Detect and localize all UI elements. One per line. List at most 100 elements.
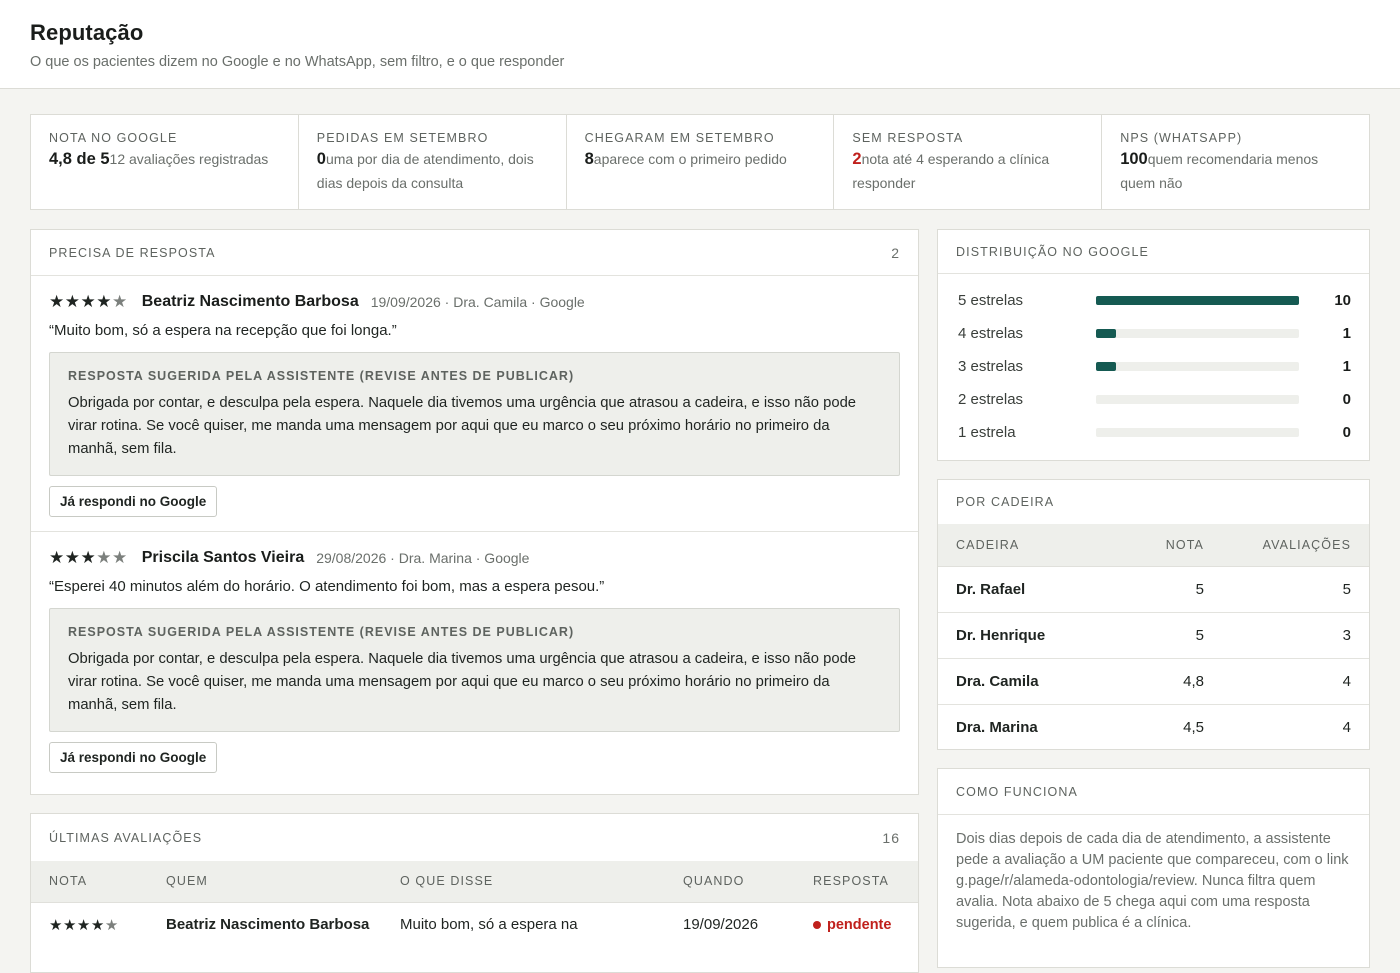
kpi-value: 4,8 de 5 [49, 150, 110, 168]
review-snippet: Muito bom, só a espera na [400, 915, 578, 933]
col-header[interactable]: RESPOSTA [813, 861, 918, 903]
review-quote: “Esperei 40 minutos além do horário. O a… [49, 578, 605, 595]
distribution-bar [1096, 395, 1299, 404]
table-row: Dra. Camila 4,8 4 [938, 658, 1369, 705]
latest-reviews-table: NOTA QUEM O QUE DISSE QUANDO RESPOSTA ★★… [31, 861, 918, 934]
table-header-row: CADEIRA NOTA AVALIAÇÕES [938, 524, 1369, 567]
kpi-label: SEM RESPOSTA [852, 131, 964, 145]
star-level-label: 1 estrela [958, 424, 1016, 441]
star-level-label: 5 estrelas [958, 292, 1024, 309]
review-meta: 29/08/2026 · Dra. Marina · Google [316, 550, 530, 566]
star-filled-icon: ★ [64, 548, 81, 567]
how-it-works-panel: COMO FUNCIONA Dois dias depois de cada d… [937, 768, 1370, 968]
distribution-bar [1096, 362, 1299, 371]
already-replied-button[interactable]: Já respondi no Google [49, 742, 218, 773]
chair-review-count: 5 [1204, 566, 1369, 613]
already-replied-button[interactable]: Já respondi no Google [49, 486, 218, 517]
star-level-label: 4 estrelas [958, 325, 1024, 342]
star-filled-icon: ★ [62, 916, 77, 934]
star-level-label: 2 estrelas [958, 391, 1024, 408]
kpi-label: NOTA NO GOOGLE [49, 131, 178, 145]
star-empty-icon: ★ [112, 548, 128, 567]
suggested-reply: RESPOSTA SUGERIDA PELA ASSISTENTE (REVIS… [49, 352, 900, 476]
distribution-list: 5 estrelas 10 4 estrelas 1 3 estrelas 1 … [938, 274, 1369, 449]
star-filled-icon: ★ [76, 916, 91, 934]
distribution-bar [1096, 329, 1299, 338]
kpi-value: 100 [1120, 150, 1148, 168]
chair-review-count: 4 [1342, 718, 1351, 736]
suggested-reply-label: RESPOSTA SUGERIDA PELA ASSISTENTE (REVIS… [68, 369, 575, 383]
star-level-count: 0 [1342, 391, 1351, 408]
rating-stars: ★★★★★ [49, 548, 128, 568]
star-empty-icon: ★ [112, 292, 128, 311]
col-header[interactable]: CADEIRA [938, 524, 1094, 567]
review-card: ★★★★★ Priscila Santos Vieira 29/08/2026 … [31, 532, 918, 787]
needs-response-panel: PRECISA DE RESPOSTA 2 ★★★★★ Beatriz Nasc… [30, 229, 919, 795]
star-filled-icon: ★ [80, 292, 97, 311]
table-header-row: NOTA QUEM O QUE DISSE QUANDO RESPOSTA [31, 861, 918, 903]
kpi-text: aparece com o primeiro pedido [593, 151, 787, 167]
distribution-bar [1096, 428, 1299, 437]
star-filled-icon: ★ [49, 916, 63, 934]
col-header[interactable]: O QUE DISSE [400, 861, 683, 903]
chair-rating: 4,8 [1094, 658, 1204, 705]
kpi-strip: NOTA NO GOOGLE 4,8 de 512 avaliações reg… [30, 114, 1370, 210]
table-row: Dr. Henrique 5 3 [938, 612, 1369, 659]
reviewer-name: Beatriz Nascimento Barbosa [141, 293, 359, 310]
distribution-bar [1096, 296, 1299, 305]
reviewer-name: Priscila Santos Vieira [141, 549, 305, 566]
distribution-bar-fill [1096, 362, 1117, 371]
star-empty-icon: ★ [104, 916, 119, 934]
star-filled-icon: ★ [96, 292, 112, 311]
col-header[interactable]: NOTA [1094, 524, 1204, 567]
kpi-unanswered: SEM RESPOSTA 2nota até 4 esperando a clí… [834, 115, 1103, 209]
col-header[interactable]: QUEM [166, 861, 400, 903]
by-chair-panel: POR CADEIRA CADEIRA NOTA AVALIAÇÕES Dr. … [937, 479, 1370, 750]
kpi-value: 0 [316, 150, 326, 168]
chair-name: Dr. Rafael [938, 566, 1094, 613]
panel-title: DISTRIBUIÇÃO NO GOOGLE [956, 244, 1149, 259]
chair-name: Dr. Henrique [938, 612, 1094, 659]
distribution-panel: DISTRIBUIÇÃO NO GOOGLE 5 estrelas 10 4 e… [937, 229, 1370, 461]
distribution-row: 1 estrela 0 [938, 416, 1369, 449]
suggested-reply-text[interactable]: Obrigada por contar, e desculpa pela esp… [68, 648, 881, 717]
suggested-reply: RESPOSTA SUGERIDA PELA ASSISTENTE (REVIS… [49, 608, 900, 732]
star-empty-icon: ★ [96, 548, 112, 567]
star-level-count: 0 [1342, 424, 1351, 441]
col-header[interactable]: QUANDO [683, 861, 813, 903]
panel-title: PRECISA DE RESPOSTA [49, 245, 216, 260]
kpi-text: 12 avaliações registradas [109, 151, 269, 167]
kpi-text: uma por dia de atendimento, dois dias de… [316, 151, 534, 191]
review-card: ★★★★★ Beatriz Nascimento Barbosa 19/09/2… [31, 276, 918, 532]
chair-review-count: 4 [1204, 658, 1369, 705]
kpi-google-rating: NOTA NO GOOGLE 4,8 de 512 avaliações reg… [31, 115, 299, 209]
table-row: Dra. Marina 4,5 4 [938, 704, 1369, 750]
kpi-nps-whatsapp: NPS (WHATSAPP) 100quem recomendaria meno… [1102, 115, 1369, 209]
rating-stars: ★★★★★ [49, 292, 128, 312]
page-header: Reputação O que os pacientes dizem no Go… [0, 0, 1400, 89]
table-row[interactable]: ★★★★★ Beatriz Nascimento Barbosa Muito b… [31, 902, 918, 934]
star-filled-icon: ★ [80, 548, 97, 567]
star-filled-icon: ★ [64, 292, 81, 311]
distribution-row: 2 estrelas 0 [938, 383, 1369, 416]
rating-stars: ★★★★★ [49, 917, 119, 934]
chair-rating: 5 [1094, 612, 1204, 659]
how-it-works-text: Dois dias depois de cada dia de atendime… [956, 831, 1349, 931]
kpi-text: nota até 4 esperando a clínica responder [852, 151, 1050, 191]
panel-title: POR CADEIRA [956, 495, 1055, 509]
kpi-label: NPS (WHATSAPP) [1120, 131, 1243, 145]
suggested-reply-label: RESPOSTA SUGERIDA PELA ASSISTENTE (REVIS… [68, 625, 575, 639]
chair-rating: 4,5 [1183, 718, 1204, 736]
review-date: 19/09/2026 [683, 915, 759, 933]
distribution-row: 3 estrelas 1 [938, 350, 1369, 383]
latest-reviews-panel: ÚLTIMAS AVALIAÇÕES 16 NOTA QUEM O QUE DI… [30, 813, 919, 973]
kpi-label: CHEGARAM EM SETEMBRO [584, 131, 775, 145]
col-header[interactable]: AVALIAÇÕES [1204, 524, 1369, 567]
kpi-value: 2 [852, 150, 862, 168]
col-header[interactable]: NOTA [31, 861, 166, 903]
chair-review-count: 3 [1204, 612, 1369, 659]
table-row: Dr. Rafael 5 5 [938, 566, 1369, 613]
distribution-row: 4 estrelas 1 [938, 317, 1369, 350]
star-filled-icon: ★ [90, 916, 105, 934]
suggested-reply-text[interactable]: Obrigada por contar, e desculpa pela esp… [68, 392, 881, 461]
